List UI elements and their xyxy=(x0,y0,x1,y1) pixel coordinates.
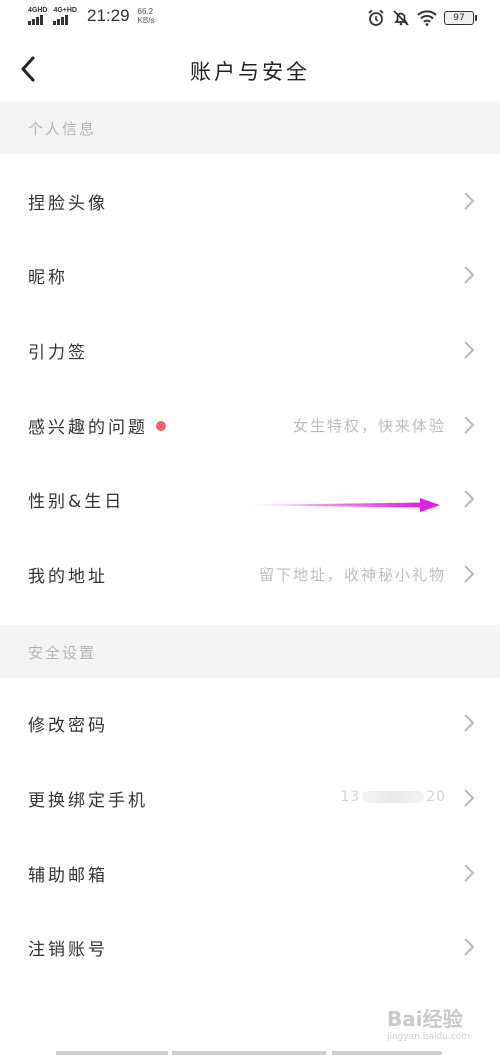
row-label: 感兴趣的问题 xyxy=(28,413,166,438)
row-nickname[interactable]: 昵称 xyxy=(0,238,500,312)
row-hint: 留下地址，收神秘小礼物 xyxy=(258,566,446,584)
phone-blur xyxy=(362,791,425,803)
row-label: 辅助邮箱 xyxy=(28,866,108,886)
battery-icon: 97 xyxy=(444,11,477,25)
section-title: 安全设置 xyxy=(28,644,97,662)
speed-value: 66.2 xyxy=(137,7,154,16)
row-label: 引力签 xyxy=(28,343,88,363)
clock: 21:29 xyxy=(87,6,130,25)
section-header-personal: 个人信息 xyxy=(0,101,500,154)
section-header-security: 安全设置 xyxy=(0,625,500,678)
row-change-phone[interactable]: 更换绑定手机 13 20 xyxy=(0,761,500,835)
row-interests[interactable]: 感兴趣的问题 女生特权，快来体验 xyxy=(0,388,500,462)
signal-icon xyxy=(53,15,69,25)
chevron-right-icon xyxy=(464,789,475,807)
row-address[interactable]: 我的地址 留下地址，收神秘小礼物 xyxy=(0,537,500,611)
row-label: 性别&生日 xyxy=(28,492,125,512)
section-title: 个人信息 xyxy=(28,120,97,138)
speed-unit: KB/s xyxy=(137,16,155,25)
row-hint: 女生特权，快来体验 xyxy=(292,417,446,435)
network-1-label: 4GHD xyxy=(28,7,48,14)
row-label: 修改密码 xyxy=(28,716,108,736)
nav-bar: 账户与安全 xyxy=(0,38,500,100)
network-1: 4GHD xyxy=(28,7,47,25)
chevron-right-icon xyxy=(464,714,475,732)
wifi-icon xyxy=(417,10,437,26)
row-signature[interactable]: 引力签 xyxy=(0,313,500,387)
bottom-edge xyxy=(0,1048,500,1056)
annotation-arrow-icon xyxy=(244,498,440,512)
network-2: 4G+HD xyxy=(53,7,77,25)
chevron-right-icon xyxy=(464,938,475,956)
row-change-password[interactable]: 修改密码 xyxy=(0,686,500,760)
chevron-right-icon xyxy=(464,416,475,434)
phone-prefix: 13 xyxy=(340,789,361,805)
chevron-right-icon xyxy=(464,192,475,210)
row-delete-account[interactable]: 注销账号 xyxy=(0,910,500,984)
watermark-sub: jingyan.baidu.com xyxy=(386,1032,470,1042)
chevron-right-icon xyxy=(464,864,475,882)
alarm-icon xyxy=(368,9,384,26)
row-label: 更换绑定手机 xyxy=(28,791,148,811)
chevron-right-icon xyxy=(464,341,475,359)
row-label: 注销账号 xyxy=(28,940,108,960)
phone-suffix: 20 xyxy=(426,789,446,805)
chevron-right-icon xyxy=(464,266,475,284)
status-left: 4GHD 4G+HD 21:29 66.2 KB/s xyxy=(28,6,154,26)
signal-icon xyxy=(28,15,43,25)
page-title: 账户与安全 xyxy=(190,60,310,84)
chevron-right-icon xyxy=(464,565,475,583)
red-dot-badge xyxy=(156,421,166,431)
row-label: 捏脸头像 xyxy=(28,194,108,214)
row-label: 我的地址 xyxy=(28,567,108,587)
row-label-text: 感兴趣的问题 xyxy=(28,418,148,438)
row-label: 昵称 xyxy=(28,268,68,288)
mute-bell-icon xyxy=(393,10,409,26)
watermark: Bai经验 jingyan.baidu.com xyxy=(387,1003,470,1042)
masked-phone-number: 13 20 xyxy=(340,789,446,805)
network-speed: 66.2 KB/s xyxy=(138,7,155,25)
status-bar: 4GHD 4G+HD 21:29 66.2 KB/s 97 xyxy=(0,0,500,38)
chevron-right-icon xyxy=(464,490,475,508)
network-2-label: 4G+HD xyxy=(53,7,77,14)
watermark-text: Bai经验 xyxy=(386,1007,463,1031)
row-backup-email[interactable]: 辅助邮箱 xyxy=(0,836,500,910)
row-avatar[interactable]: 捏脸头像 xyxy=(0,164,500,238)
status-right: 97 xyxy=(367,9,477,27)
